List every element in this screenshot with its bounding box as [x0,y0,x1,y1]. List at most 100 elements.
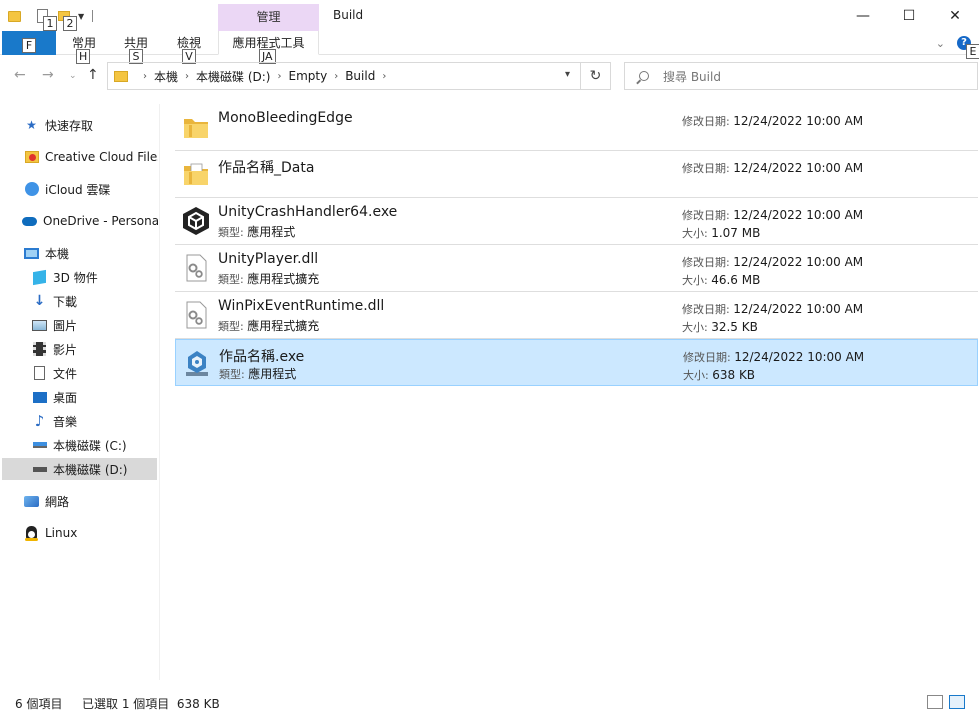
expand-ribbon-chevron-icon[interactable]: ⌄ [936,37,945,50]
nav-item-drive-c[interactable]: 本機磁碟 (C:) [32,434,155,456]
modified-date: 修改日期: 12/24/2022 10:00 AM [682,208,864,222]
nav-item-label: 本機 [45,246,70,261]
close-button[interactable]: ✕ [932,0,978,31]
nav-item-downloads[interactable]: ↓ 下載 [32,290,155,312]
file-size: 大小: 1.07 MB [682,226,761,240]
nav-item-documents[interactable]: 文件 [32,362,155,384]
list-item-file-game-exe[interactable]: 作品名稱.exe 類型: 應用程式 修改日期: 12/24/2022 10:00… [175,339,978,386]
list-item-file-winpix[interactable]: WinPixEventRuntime.dll 類型: 應用程式擴充 修改日期: … [175,292,978,339]
nav-item-network[interactable]: 網路 [24,490,155,512]
videos-icon [32,342,47,357]
selection-info: 已選取 1 個項目 638 KB [82,697,220,711]
address-bar[interactable]: › 本機 › 本機磁碟 (D:) › Empty › Build › ▾ [107,62,581,90]
address-history-dropdown-icon[interactable]: ▾ [565,69,570,80]
network-icon [24,494,39,509]
context-tab-header-manage: 管理 [218,4,319,31]
nav-item-creative-cloud[interactable]: Creative Cloud Files [24,146,158,168]
modified-date: 修改日期: 12/24/2022 10:00 AM [682,161,864,175]
navigation-pane: ★ 快速存取 Creative Cloud Files iCloud 雲碟 On… [0,104,160,684]
up-arrow-icon[interactable]: ↑ [87,67,99,83]
nav-item-label: 音樂 [53,414,78,429]
nav-item-desktop[interactable]: 桌面 [32,386,155,408]
file-size: 大小: 638 KB [683,368,756,382]
file-name: MonoBleedingEdge [218,110,353,126]
file-type: 類型: 應用程式擴充 [218,272,320,286]
breadcrumb-chevron-icon[interactable]: › [334,71,338,82]
nav-item-drive-d[interactable]: 本機磁碟 (D:) [2,458,157,480]
back-arrow-icon[interactable]: ← [14,67,26,83]
breadcrumb-chevron-icon[interactable]: › [277,71,281,82]
pictures-icon [32,318,47,333]
file-name: 作品名稱_Data [218,160,315,176]
customize-toolbar-dropdown[interactable]: ▼ [78,12,84,21]
view-switcher [927,695,965,709]
unity-logo-icon [183,207,209,235]
folder-with-documents-icon [184,163,208,185]
breadcrumb-chevron-icon[interactable]: › [143,71,147,82]
nav-item-this-pc[interactable]: 本機 [24,242,155,264]
list-item-file-unityplayer[interactable]: UnityPlayer.dll 類型: 應用程式擴充 修改日期: 12/24/2… [175,245,978,292]
nav-item-label: 下載 [53,294,78,309]
breadcrumb-empty[interactable]: Empty [288,69,327,83]
modified-date: 修改日期: 12/24/2022 10:00 AM [682,114,864,128]
folder-icon [184,119,208,138]
music-icon: ♪ [34,412,45,430]
search-icon [639,71,649,81]
search-box[interactable]: 搜尋 Build [624,62,978,90]
nav-item-icloud[interactable]: iCloud 雲碟 [24,178,155,200]
tiles-view-icon[interactable] [949,695,965,709]
status-bar: 6 個項目 已選取 1 個項目 638 KB [0,692,979,715]
pane-divider[interactable] [159,104,160,680]
nav-item-label: 本機磁碟 (D:) [53,462,128,477]
breadcrumb-drive-d[interactable]: 本機磁碟 (D:) [196,68,270,85]
nav-item-quick-access[interactable]: ★ 快速存取 [24,114,155,136]
search-placeholder: 搜尋 Build [663,69,721,84]
modified-date: 修改日期: 12/24/2022 10:00 AM [682,302,864,316]
breadcrumb-build[interactable]: Build [345,69,375,83]
dll-file-gear-icon [186,254,207,282]
computer-icon [24,246,39,261]
linux-icon [24,526,39,541]
icloud-icon [24,182,39,197]
refresh-icon: ↻ [589,68,602,84]
list-item-folder-data[interactable]: 作品名稱_Data 修改日期: 12/24/2022 10:00 AM [175,151,978,198]
nav-item-label: 圖片 [53,318,78,333]
nav-item-label: 桌面 [53,390,78,405]
modified-date: 修改日期: 12/24/2022 10:00 AM [683,350,865,364]
file-name: UnityCrashHandler64.exe [218,204,398,220]
modified-date: 修改日期: 12/24/2022 10:00 AM [682,255,864,269]
breadcrumb-chevron-icon[interactable]: › [185,71,189,82]
nav-item-label: 本機磁碟 (C:) [53,438,127,453]
refresh-button[interactable]: ↻ [581,62,611,90]
file-name: WinPixEventRuntime.dll [218,298,385,314]
nav-item-label: OneDrive - Personal [43,214,158,228]
breadcrumb-chevron-icon[interactable]: › [382,71,386,82]
nav-item-label: 影片 [53,342,78,357]
folder-icon [8,10,21,22]
drive-d-icon [32,462,47,477]
nav-item-label: Linux [45,526,78,540]
drive-c-icon [32,438,47,453]
forward-arrow-icon[interactable]: → [42,67,54,83]
nav-item-3d-objects[interactable]: 3D 物件 [32,266,155,288]
title-bar: ▼ 1 2 管理 Build — ☐ ✕ [0,0,979,31]
nav-item-pictures[interactable]: 圖片 [32,314,155,336]
download-icon: ↓ [33,293,46,309]
tab-file[interactable]: F [2,31,56,55]
recent-locations-chevron-icon[interactable]: ⌄ [69,71,77,81]
nav-item-videos[interactable]: 影片 [32,338,155,360]
nav-item-label: 快速存取 [45,118,94,133]
file-type: 類型: 應用程式擴充 [218,319,320,333]
nav-item-music[interactable]: ♪ 音樂 [32,410,155,432]
minimize-button[interactable]: — [840,0,886,31]
maximize-button[interactable]: ☐ [886,0,932,31]
nav-item-onedrive[interactable]: OneDrive - Personal [22,210,158,232]
nav-item-label: 3D 物件 [53,270,98,285]
nav-item-label: Creative Cloud Files [45,150,158,164]
unity-app-icon [186,351,208,376]
nav-item-linux[interactable]: Linux [24,522,155,544]
list-item-file-crashhandler[interactable]: UnityCrashHandler64.exe 類型: 應用程式 修改日期: 1… [175,198,978,245]
details-view-icon[interactable] [927,695,943,709]
list-item-folder-monobleedingedge[interactable]: MonoBleedingEdge 修改日期: 12/24/2022 10:00 … [175,104,978,151]
breadcrumb-this-pc[interactable]: 本機 [154,68,178,85]
